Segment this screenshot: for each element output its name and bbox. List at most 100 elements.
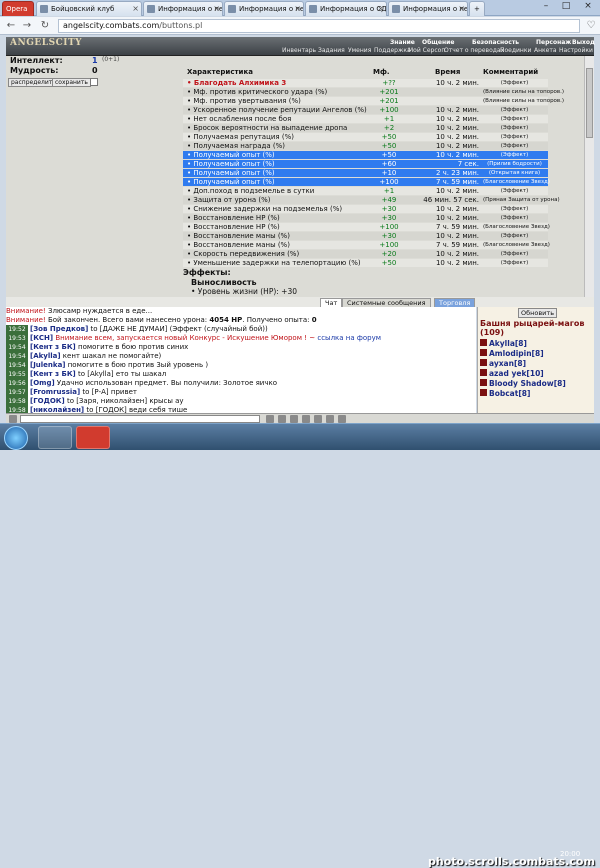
chat-time[interactable]: 19:53: [6, 334, 28, 343]
new-tab-button[interactable]: +: [469, 1, 485, 16]
effect-row-name: • Уменьшение задержки на телепортацию (%…: [187, 259, 361, 267]
chat-time[interactable]: 19:54: [6, 343, 28, 352]
effect-row-mf: +50: [381, 142, 397, 150]
effect-row: • Мф. против критического удара (%) +201 (…: [183, 88, 564, 96]
effect-row-name: • Защита от урона (%): [187, 196, 271, 204]
menu-inventory[interactable]: Инвентарь: [282, 47, 316, 54]
tab-favicon-icon: [40, 5, 48, 13]
effect-row: • Получаемый опыт (%) +60 7 сек. (Прилив бо…: [183, 160, 548, 168]
menu-character[interactable]: Персонаж: [536, 39, 571, 46]
refresh-button[interactable]: Обновить: [518, 308, 558, 318]
tab-favicon-icon: [309, 5, 317, 13]
effect-row-time: 10 ч. 2 мин.: [435, 124, 479, 132]
menu-skills[interactable]: Умения: [348, 47, 371, 54]
tab-chat[interactable]: Чат: [320, 298, 343, 307]
menu-exit[interactable]: Выход: [572, 39, 595, 46]
scrollbar-thumb[interactable]: [586, 68, 593, 138]
back-icon[interactable]: ←: [4, 19, 18, 33]
menu-settings[interactable]: Настройки: [559, 47, 593, 54]
effect-row: • Восстановление HP (%) +30 10 ч. 2 мин. (Э…: [183, 214, 548, 222]
stat-intellect-value: 1: [92, 56, 98, 65]
close-tab-icon[interactable]: ×: [213, 2, 220, 16]
save-button[interactable]: сохранить: [52, 78, 91, 87]
page-scrollbar[interactable]: [584, 56, 594, 297]
chat-time[interactable]: 19:52: [6, 325, 28, 334]
close-tab-icon[interactable]: ×: [377, 2, 384, 16]
send-icon[interactable]: [266, 415, 274, 423]
effect-row-mf: +49: [381, 196, 397, 204]
clear-icon[interactable]: [290, 415, 298, 423]
user-list-item[interactable]: Amlodipin[8]: [480, 349, 544, 358]
tab-info-4[interactable]: Информация о пе ×: [388, 1, 468, 16]
menu-security[interactable]: Безопасность: [472, 39, 519, 46]
user-nick[interactable]: Bobcat[8]: [489, 389, 530, 398]
sound-icon[interactable]: [326, 415, 334, 423]
smile-icon[interactable]: [278, 415, 286, 423]
menu-quests[interactable]: Задания: [318, 47, 345, 54]
menu-profile[interactable]: Анкета: [534, 47, 557, 54]
close-tab-icon[interactable]: ×: [294, 2, 301, 16]
chat-message: 19:58 [ГОДОК] to [Заря, николайзен] крысы…: [6, 397, 476, 406]
effect-row-comment: (Эффект): [500, 188, 529, 194]
tab-system-messages[interactable]: Системные сообщения: [342, 298, 431, 307]
settings-icon[interactable]: [338, 415, 346, 423]
maximize-icon[interactable]: □: [556, 0, 576, 14]
effect-row-name: • Ускоренное получение репутации Ангелов…: [187, 106, 367, 114]
taskbar-explorer[interactable]: [38, 426, 72, 449]
translit-icon[interactable]: [314, 415, 322, 423]
menu-fights[interactable]: Поединки: [500, 47, 531, 54]
effect-row: • Уменьшение задержки на телепортацию (%…: [183, 259, 548, 267]
start-button[interactable]: [4, 426, 28, 450]
tab-trade[interactable]: Торговля: [434, 298, 476, 307]
effect-row-time: 10 ч. 2 мин.: [435, 133, 479, 141]
chat-time[interactable]: 19:54: [6, 352, 28, 361]
user-list-item[interactable]: Bobcat[8]: [480, 389, 530, 398]
menu-transfer-report[interactable]: Отчет о переводах: [444, 47, 504, 54]
tab-info-3[interactable]: Информация о СД ×: [305, 1, 387, 16]
opera-menu-button[interactable]: Opera: [2, 1, 34, 16]
effect-row-time: 10 ч. 2 мин.: [435, 115, 479, 123]
effect-name: Выносливость: [191, 278, 257, 287]
user-nick[interactable]: Amlodipin[8]: [489, 349, 544, 358]
user-nick[interactable]: Akylla[8]: [489, 339, 527, 348]
menu-communication[interactable]: Общение: [422, 39, 454, 46]
forward-icon[interactable]: →: [20, 19, 34, 33]
user-list-item[interactable]: Bloody Shadow[8]: [480, 379, 566, 388]
menu-my-sersop[interactable]: Мой Серсоп: [408, 47, 445, 54]
chat-time[interactable]: 19:56: [6, 379, 28, 388]
user-nick[interactable]: Bloody Shadow[8]: [489, 379, 566, 388]
chat-time[interactable]: 19:58: [6, 397, 28, 406]
user-list-item[interactable]: azad yek[10]: [480, 369, 544, 378]
chat-time[interactable]: 19:54: [6, 361, 28, 370]
menu-knowledge[interactable]: Знание: [390, 39, 415, 46]
chat-time[interactable]: 19:55: [6, 370, 28, 379]
close-tab-icon[interactable]: ×: [458, 2, 465, 16]
effect-row-comment: (Эффект): [500, 80, 529, 86]
filter-icon[interactable]: [302, 415, 310, 423]
effect-row-mf: +60: [381, 160, 397, 168]
url-input[interactable]: angelscity.combats.com/buttons.pl: [58, 19, 580, 33]
chat-message-input[interactable]: [20, 415, 260, 423]
heart-icon[interactable]: ♡: [584, 19, 598, 33]
user-nick[interactable]: ayxan[8]: [489, 359, 526, 368]
menu-support[interactable]: Поддержка: [374, 47, 411, 54]
effect-row-comment: (Эффект): [500, 260, 529, 266]
chat-time[interactable]: 19:58: [6, 406, 28, 413]
tab-info-1[interactable]: Информация о пе ×: [143, 1, 223, 16]
effect-row-comment: (Влияние силы на топоров.): [483, 98, 565, 104]
effect-row-name: • Снижение задержки на подземелья (%): [187, 205, 343, 213]
reload-icon[interactable]: ↻: [38, 19, 52, 33]
tab-fight-club[interactable]: Бойцовский клуб ×: [36, 1, 142, 16]
chat-time[interactable]: 19:57: [6, 388, 28, 397]
chat-menu-icon[interactable]: [9, 415, 17, 423]
taskbar-opera[interactable]: [76, 426, 110, 449]
close-tab-icon[interactable]: ×: [132, 2, 139, 16]
option-checkbox[interactable]: [90, 78, 98, 86]
user-list-item[interactable]: ayxan[8]: [480, 359, 526, 368]
minimize-icon[interactable]: –: [536, 0, 556, 14]
user-list-item[interactable]: Akylla[8]: [480, 339, 527, 348]
tab-info-2[interactable]: Информация о пе ×: [224, 1, 304, 16]
chat-message: 19:56 [Omg] Удачно использован предмет. В…: [6, 379, 476, 388]
close-window-icon[interactable]: ×: [578, 0, 598, 14]
user-nick[interactable]: azad yek[10]: [489, 369, 544, 378]
